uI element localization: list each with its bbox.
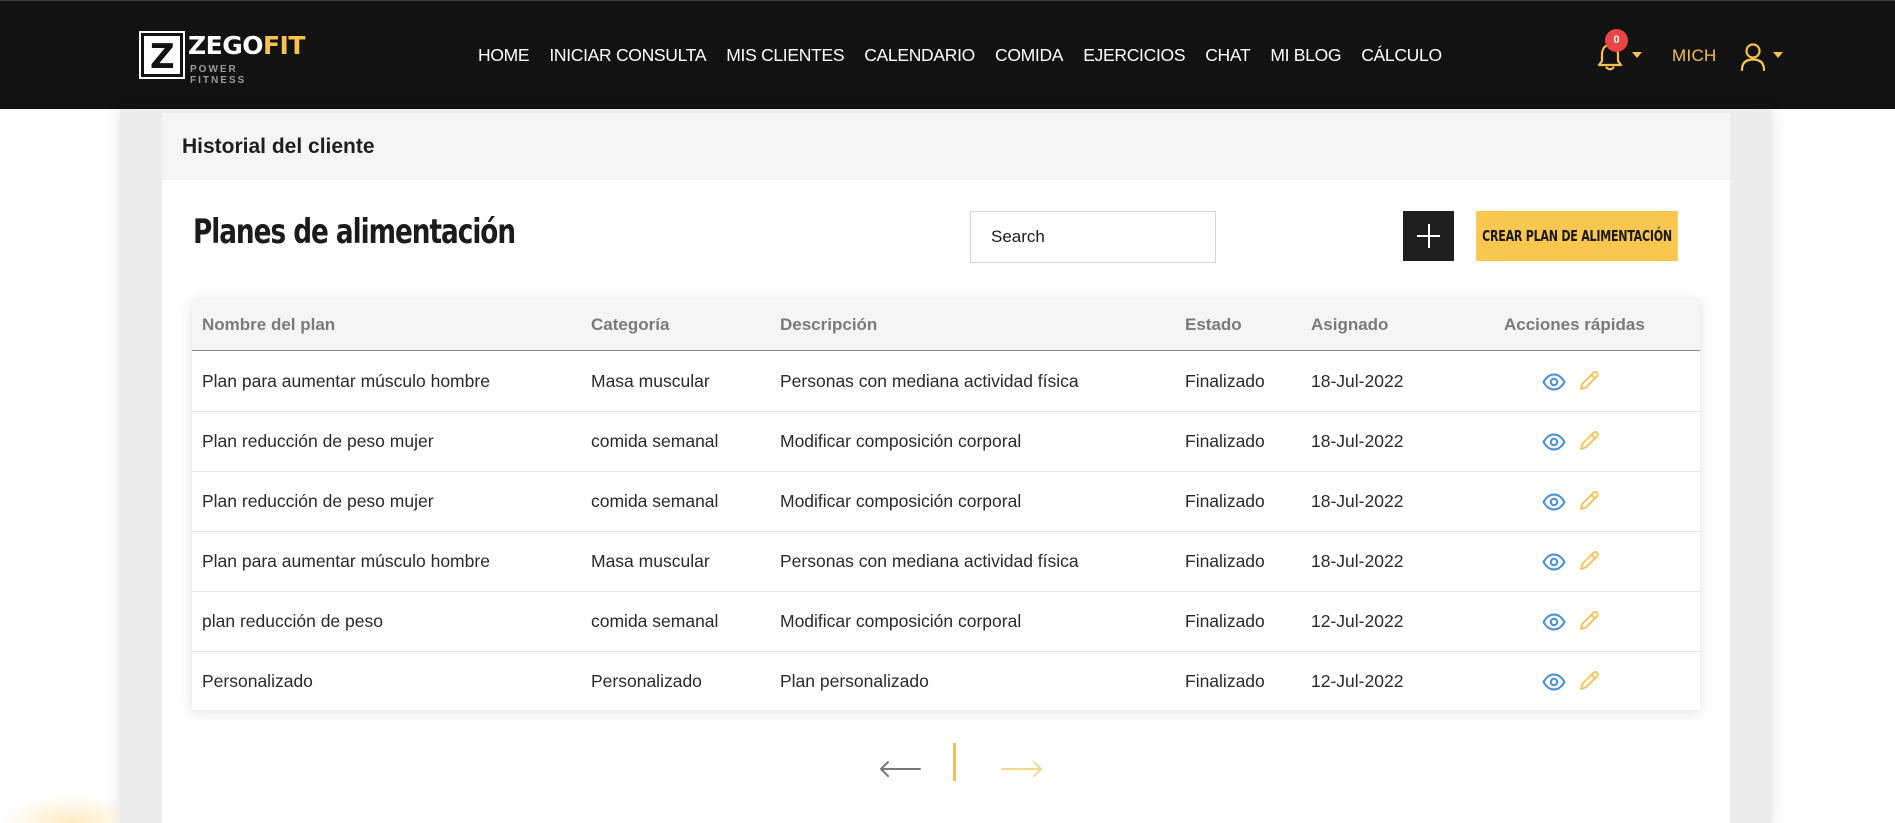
description-cell: Modificar composición corporal (780, 491, 1022, 511)
meal-plans-table: Nombre del plan Categoría Descripción Es… (192, 299, 1700, 710)
create-meal-plan-label: CREAR PLAN DE ALIMENTACIÓN (1476, 211, 1678, 261)
plus-icon (1403, 211, 1454, 261)
assigned-date-cell: 18-Jul-2022 (1311, 491, 1404, 511)
decorative-glow (0, 795, 120, 823)
nav-item-home[interactable]: HOME (478, 45, 530, 66)
pencil-icon[interactable] (1577, 429, 1601, 453)
search-input[interactable] (970, 211, 1216, 263)
user-icon[interactable] (1738, 41, 1768, 73)
column-header-categoria[interactable]: Categoría (591, 315, 669, 335)
page-title: Planes de alimentación (193, 212, 516, 252)
description-cell: Personas con mediana actividad física (780, 551, 1079, 571)
nav-item-calendario[interactable]: CALENDARIO (864, 45, 975, 66)
column-header-acciones: Acciones rápidas (1504, 315, 1645, 334)
eye-icon[interactable] (1542, 672, 1566, 692)
nav-item-iniciar-consulta[interactable]: INICIAR CONSULTA (549, 45, 706, 66)
column-header-estado[interactable]: Estado (1185, 315, 1242, 335)
category-cell: comida semanal (591, 491, 719, 511)
category-cell: Masa muscular (591, 371, 710, 391)
category-cell: Masa muscular (591, 551, 710, 571)
pencil-icon[interactable] (1577, 609, 1601, 633)
nav-item-mis-clientes[interactable]: MIS CLIENTES (726, 45, 844, 66)
status-cell: Finalizado (1185, 671, 1265, 691)
table-row[interactable]: plan reducción de peso comida semanal Mo… (192, 592, 1700, 652)
plan-name-cell: plan reducción de peso (202, 611, 383, 631)
card-header: Historial del cliente (162, 113, 1730, 180)
logo-wordmark: ZEGOFIT (188, 31, 305, 60)
arrow-left-icon[interactable] (878, 758, 922, 780)
column-header-asignado[interactable]: Asignado (1311, 315, 1388, 335)
notification-count-badge: 0 (1605, 29, 1628, 52)
category-cell: comida semanal (591, 611, 719, 631)
user-name[interactable]: MICH (1672, 46, 1717, 66)
eye-icon[interactable] (1542, 492, 1566, 512)
arrow-right-icon[interactable] (1000, 758, 1044, 780)
status-cell: Finalizado (1185, 431, 1265, 451)
table-row[interactable]: Plan para aumentar músculo hombre Masa m… (192, 532, 1700, 592)
nav-item-chat[interactable]: CHAT (1205, 45, 1250, 66)
assigned-date-cell: 18-Jul-2022 (1311, 371, 1404, 391)
logo-mark: Z (139, 31, 185, 79)
eye-icon[interactable] (1542, 552, 1566, 572)
nav-item-mi-blog[interactable]: MI BLOG (1270, 45, 1341, 66)
assigned-date-cell: 12-Jul-2022 (1311, 611, 1404, 631)
column-header-descripcion[interactable]: Descripción (780, 315, 877, 335)
assigned-date-cell: 18-Jul-2022 (1311, 431, 1404, 451)
description-cell: Plan personalizado (780, 671, 929, 691)
main-nav: HOME INICIAR CONSULTA MIS CLIENTES CALEN… (478, 45, 1462, 66)
table-row[interactable]: Personalizado Personalizado Plan persona… (192, 652, 1700, 712)
create-meal-plan-button[interactable]: CREAR PLAN DE ALIMENTACIÓN (1403, 211, 1700, 261)
chevron-down-icon[interactable] (1632, 52, 1642, 58)
pencil-icon[interactable] (1577, 549, 1601, 573)
top-navbar: Z ZEGOFIT POWER FITNESS HOME INICIAR CON… (0, 0, 1895, 109)
assigned-date-cell: 18-Jul-2022 (1311, 551, 1404, 571)
table-header: Nombre del plan Categoría Descripción Es… (192, 299, 1700, 351)
nav-item-ejercicios[interactable]: EJERCICIOS (1083, 45, 1185, 66)
description-cell: Modificar composición corporal (780, 431, 1022, 451)
column-header-nombre[interactable]: Nombre del plan (202, 315, 335, 335)
category-cell: Personalizado (591, 671, 702, 691)
nav-item-comida[interactable]: COMIDA (995, 45, 1064, 66)
status-cell: Finalizado (1185, 371, 1265, 391)
assigned-date-cell: 12-Jul-2022 (1311, 671, 1404, 691)
pencil-icon[interactable] (1577, 369, 1601, 393)
plan-name-cell: Plan para aumentar músculo hombre (202, 551, 490, 571)
pagination-current-indicator (953, 743, 956, 781)
pencil-icon[interactable] (1577, 669, 1601, 693)
eye-icon[interactable] (1542, 432, 1566, 452)
plan-name-cell: Personalizado (202, 671, 313, 691)
status-cell: Finalizado (1185, 491, 1265, 511)
status-cell: Finalizado (1185, 551, 1265, 571)
chevron-down-icon[interactable] (1773, 52, 1783, 58)
pencil-icon[interactable] (1577, 489, 1601, 513)
table-row[interactable]: Plan reducción de peso mujer comida sema… (192, 412, 1700, 472)
logo-tagline: POWER FITNESS (190, 64, 247, 86)
eye-icon[interactable] (1542, 372, 1566, 392)
nav-item-calculo[interactable]: CÁLCULO (1361, 45, 1442, 66)
table-row[interactable]: Plan reducción de peso mujer comida sema… (192, 472, 1700, 532)
table-row[interactable]: Plan para aumentar músculo hombre Masa m… (192, 352, 1700, 412)
description-cell: Modificar composición corporal (780, 611, 1022, 631)
description-cell: Personas con mediana actividad física (780, 371, 1079, 391)
status-cell: Finalizado (1185, 611, 1265, 631)
category-cell: comida semanal (591, 431, 719, 451)
card-title: Historial del cliente (182, 135, 375, 158)
eye-icon[interactable] (1542, 612, 1566, 632)
plan-name-cell: Plan para aumentar músculo hombre (202, 371, 490, 391)
plan-name-cell: Plan reducción de peso mujer (202, 431, 434, 451)
brand-logo[interactable]: Z ZEGOFIT POWER FITNESS (139, 31, 305, 86)
plan-name-cell: Plan reducción de peso mujer (202, 491, 434, 511)
